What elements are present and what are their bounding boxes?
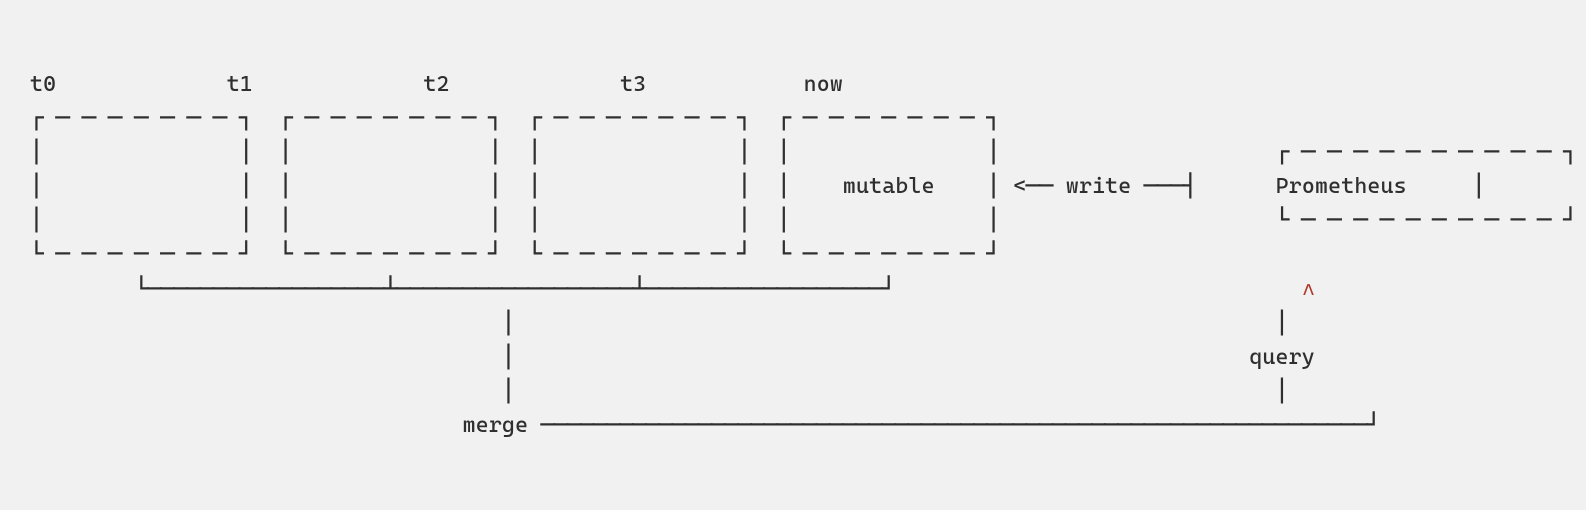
brace-line: └──────────────────┴──────────────────┴─… <box>135 277 895 302</box>
box-2-side2: │ │ <box>528 174 751 199</box>
box-0-side: │ │ <box>30 140 253 165</box>
box-1-side2: │ │ <box>279 174 502 199</box>
brace-stem-2: │ <box>502 345 515 370</box>
box-3-side3: │ │ <box>777 208 1000 233</box>
label-write: write <box>1066 174 1132 199</box>
label-now: now <box>804 72 843 97</box>
box-2-bottom: └ ─ ─ ─ ─ ─ ─ ─ ┘ <box>528 242 751 267</box>
label-t3: t3 <box>620 72 646 97</box>
query-line-stem-2: │ <box>1276 379 1289 404</box>
label-mutable: mutable <box>843 174 935 199</box>
brace-stem-1: │ <box>502 311 515 336</box>
architecture-diagram: t0 t1 t2 t3 now ┌ ─ ─ ─ ─ ─ ─ ─ ┐ ┌ ─ ─ … <box>30 68 1577 443</box>
box-0-bottom: └ ─ ─ ─ ─ ─ ─ ─ ┘ <box>30 242 253 267</box>
label-t1: t1 <box>227 72 253 97</box>
arrow-write-left: <── <box>1013 174 1052 199</box>
box-2-top: ┌ ─ ─ ─ ─ ─ ─ ─ ┐ <box>528 106 751 131</box>
box-1-side3: │ │ <box>279 208 502 233</box>
box-1-bottom: └ ─ ─ ─ ─ ─ ─ ─ ┘ <box>279 242 502 267</box>
box-2-side: │ │ <box>528 140 751 165</box>
box-1-side: │ │ <box>279 140 502 165</box>
box-3-side: │ │ <box>777 140 1000 165</box>
box-3-bottom: └ ─ ─ ─ ─ ─ ─ ─ ┘ <box>777 242 1000 267</box>
prom-box-top: ┌ ─ ─ ─ ─ ─ ─ ─ ─ ─ ─ ┐ <box>1276 140 1578 165</box>
box-0-side2: │ │ <box>30 174 253 199</box>
box-0-top: ┌ ─ ─ ─ ─ ─ ─ ─ ┐ <box>30 106 253 131</box>
brace-stem-3: │ <box>502 379 515 404</box>
prom-box-bottom: └ ─ ─ ─ ─ ─ ─ ─ ─ ─ ─ ┘ <box>1276 208 1578 233</box>
box-3-top: ┌ ─ ─ ─ ─ ─ ─ ─ ┐ <box>777 106 1000 131</box>
box-1-top: ┌ ─ ─ ─ ─ ─ ─ ─ ┐ <box>279 106 502 131</box>
label-t2: t2 <box>423 72 449 97</box>
box-2-side3: │ │ <box>528 208 751 233</box>
query-line-stem-1: │ <box>1276 311 1289 336</box>
label-prometheus: Prometheus <box>1276 174 1407 199</box>
label-query: query <box>1249 345 1315 370</box>
label-t0: t0 <box>30 72 56 97</box>
box-0-side3: │ │ <box>30 208 253 233</box>
arrow-write-right: ───┤ <box>1145 174 1197 199</box>
caret-icon: ∧ <box>1302 277 1316 302</box>
query-corner: ────────────────────────────────────────… <box>541 413 1380 438</box>
label-merge: merge <box>463 413 529 438</box>
